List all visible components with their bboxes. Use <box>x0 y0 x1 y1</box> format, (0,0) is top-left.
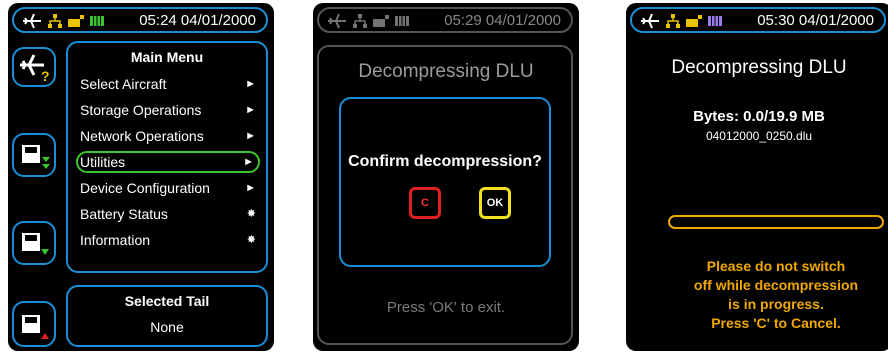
submenu-arrow-icon: ► <box>245 130 256 142</box>
screen-title: Decompressing DLU <box>358 61 534 82</box>
network-icon <box>48 14 62 28</box>
screen-title: Decompressing DLU <box>671 57 847 78</box>
confirm-dialog: Confirm decompression? C OK <box>339 97 551 267</box>
warning-line: Please do not switch <box>706 258 846 274</box>
airplane-icon <box>641 13 659 29</box>
aircraft-help-icon: ? <box>20 54 50 84</box>
menu-item-information[interactable]: Information ✸ <box>76 229 260 251</box>
confirm-decompression-screen: 05:29 04/01/2000 Decompressing DLU Confi… <box>313 3 579 351</box>
selected-tail-title: Selected Tail <box>124 293 210 309</box>
network-icon <box>353 14 367 28</box>
gear-icon: ✸ <box>246 234 256 246</box>
status-bar: 05:24 04/01/2000 <box>12 7 268 33</box>
menu-item-network-operations[interactable]: Network Operations ► <box>76 125 260 147</box>
airplane-icon <box>328 13 346 29</box>
submenu-arrow-icon: ► <box>245 182 256 194</box>
menu-item-utilities[interactable]: Utilities ► <box>76 151 260 173</box>
save-up-icon <box>22 315 49 339</box>
selected-tail-value: None <box>150 319 184 335</box>
menu-item-label: Utilities <box>80 154 126 170</box>
storage-up-button[interactable] <box>12 301 56 347</box>
menu-title: Main Menu <box>130 49 204 65</box>
save-down-icon <box>22 233 49 255</box>
menu-item-battery-status[interactable]: Battery Status ✸ <box>76 203 260 225</box>
decompressing-screen: 05:30 04/01/2000 Decompressing DLU Bytes… <box>626 3 888 351</box>
power-plug-icon <box>686 15 702 27</box>
menu-item-select-aircraft[interactable]: Select Aircraft ► <box>76 73 260 95</box>
status-bar: 05:30 04/01/2000 <box>630 7 886 33</box>
menu-item-storage-operations[interactable]: Storage Operations ► <box>76 99 260 121</box>
menu-item-device-configuration[interactable]: Device Configuration ► <box>76 177 260 199</box>
menu-item-label: Battery Status <box>80 206 168 222</box>
main-menu-screen: 05:24 04/01/2000 ? Main Menu Select Airc… <box>8 3 274 351</box>
progress-bar <box>668 215 884 229</box>
bytes-progress-text: Bytes: 0.0/19.9 MB <box>693 108 825 125</box>
save-download-icon <box>22 145 50 169</box>
svg-text:?: ? <box>41 68 50 84</box>
exit-hint: Press 'OK' to exit. <box>386 299 506 316</box>
power-plug-icon <box>373 15 389 27</box>
battery-icon <box>395 16 409 26</box>
battery-icon <box>708 16 722 26</box>
submenu-arrow-icon: ► <box>245 78 256 90</box>
cancel-button[interactable]: C <box>409 187 441 219</box>
warning-line: off while decompression <box>693 277 859 293</box>
clock: 05:30 04/01/2000 <box>757 12 874 29</box>
menu-item-label: Information <box>80 232 151 248</box>
warning-line: is in progress. <box>728 296 824 312</box>
storage-down-button[interactable] <box>12 221 56 265</box>
network-icon <box>666 14 680 28</box>
ok-button[interactable]: OK <box>479 187 511 219</box>
menu-item-label: Storage Operations <box>80 102 202 118</box>
main-menu: Main Menu Select Aircraft ► Storage Oper… <box>66 41 268 273</box>
file-name: 04012000_0250.dlu <box>705 129 813 143</box>
power-plug-icon <box>68 15 84 27</box>
status-bar: 05:29 04/01/2000 <box>317 7 573 33</box>
storage-download-button[interactable] <box>12 133 56 177</box>
battery-icon <box>90 16 104 26</box>
airplane-icon <box>23 13 41 29</box>
selected-tail-panel: Selected Tail None <box>66 285 268 347</box>
clock: 05:29 04/01/2000 <box>444 12 561 29</box>
select-aircraft-help-button[interactable]: ? <box>12 47 56 87</box>
submenu-arrow-icon: ► <box>245 104 256 116</box>
menu-item-label: Select Aircraft <box>80 76 167 92</box>
submenu-arrow-icon: ► <box>243 156 254 168</box>
clock: 05:24 04/01/2000 <box>139 12 256 29</box>
warning-line: Press 'C' to Cancel. <box>711 315 841 331</box>
dialog-message: Confirm decompression? <box>348 153 542 170</box>
menu-item-label: Device Configuration <box>80 180 210 196</box>
gear-icon: ✸ <box>246 208 256 220</box>
menu-item-label: Network Operations <box>80 128 204 144</box>
